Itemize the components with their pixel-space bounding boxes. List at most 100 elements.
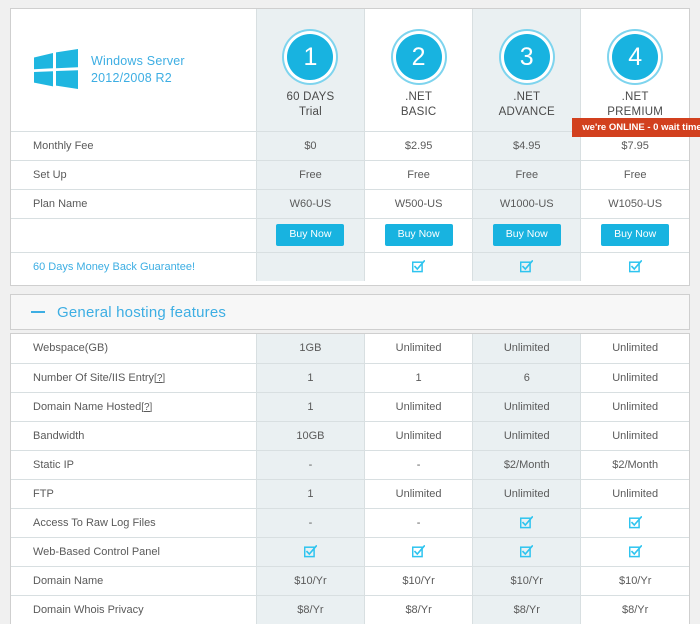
windows-logo-icon: [33, 49, 79, 91]
feature-label: Web-Based Control Panel: [33, 546, 160, 558]
feature-label: Webspace(GB): [33, 342, 108, 354]
plan-title: .NETBASIC: [365, 90, 472, 120]
buy-now-button[interactable]: Buy Now: [385, 224, 453, 246]
money-back-guarantee-link[interactable]: 60 Days Money Back Guarantee!: [33, 261, 195, 273]
row-value: W1050-US: [581, 189, 689, 218]
feature-value: Unlimited: [473, 392, 581, 421]
plan-title: 60 DAYSTrial: [257, 90, 364, 120]
feature-value: -: [256, 508, 364, 537]
table-row: Bandwidth10GBUnlimitedUnlimitedUnlimited: [11, 421, 689, 450]
feature-value: 1: [365, 363, 473, 392]
minus-icon: [31, 305, 45, 319]
buy-now-cell-3: Buy Now: [473, 218, 581, 252]
feature-value: $10/Yr: [581, 566, 689, 595]
feature-label: Number Of Site/IIS Entry: [33, 372, 154, 384]
help-icon[interactable]: [?]: [154, 373, 165, 384]
buy-now-button[interactable]: Buy Now: [276, 224, 344, 246]
feature-value: [365, 537, 473, 566]
feature-label-cell: FTP: [11, 479, 256, 508]
feature-value: $2/Month: [473, 450, 581, 479]
plan-header-2[interactable]: 2 .NETBASIC: [365, 9, 473, 131]
feature-value: 1: [256, 479, 364, 508]
feature-value: $10/Yr: [256, 566, 364, 595]
plan-number-badge: 1: [287, 34, 333, 80]
feature-value: [581, 537, 689, 566]
check-icon: [304, 545, 317, 558]
feature-value: $8/Yr: [581, 595, 689, 624]
feature-value: -: [256, 450, 364, 479]
plan-header-row: Windows Server2012/2008 R2160 DAYSTrial2…: [11, 9, 689, 131]
feature-label-cell: Domain Name: [11, 566, 256, 595]
table-row: Domain Name$10/Yr$10/Yr$10/Yr$10/Yr: [11, 566, 689, 595]
table-row: FTP1UnlimitedUnlimitedUnlimited: [11, 479, 689, 508]
feature-value: Unlimited: [365, 421, 473, 450]
feature-value: Unlimited: [581, 421, 689, 450]
feature-label: Access To Raw Log Files: [33, 517, 156, 529]
pricing-page: Windows Server2012/2008 R2160 DAYSTrial2…: [0, 0, 700, 624]
plan-number-badge: 2: [396, 34, 442, 80]
feature-value: 1GB: [256, 334, 364, 363]
guarantee-value: [473, 252, 581, 281]
row-label: Set Up: [11, 160, 256, 189]
live-chat-badge[interactable]: we're ONLINE - 0 wait time: [572, 118, 700, 137]
feature-value: Unlimited: [365, 392, 473, 421]
plan-title: .NETADVANCE: [473, 90, 580, 120]
brand-text: Windows Server2012/2008 R2: [91, 53, 185, 87]
table-row: Plan NameW60-USW500-USW1000-USW1050-US: [11, 189, 689, 218]
plan-header-4[interactable]: 4 .NETPREMIUM: [581, 9, 689, 131]
buy-row-label: [11, 218, 256, 252]
guarantee-label-cell: 60 Days Money Back Guarantee!: [11, 252, 256, 281]
feature-value: 1: [256, 363, 364, 392]
buy-now-cell-4: Buy Now: [581, 218, 689, 252]
feature-label-cell: Domain Name Hosted[?]: [11, 392, 256, 421]
buy-now-button[interactable]: Buy Now: [493, 224, 561, 246]
row-label: Monthly Fee: [11, 131, 256, 160]
feature-label: Static IP: [33, 459, 74, 471]
plan-title: .NETPREMIUM: [581, 90, 689, 120]
table-row: Domain Whois Privacy$8/Yr$8/Yr$8/Yr$8/Yr: [11, 595, 689, 624]
feature-value: $2/Month: [581, 450, 689, 479]
row-value: W60-US: [256, 189, 364, 218]
row-value: Free: [365, 160, 473, 189]
feature-value: Unlimited: [581, 392, 689, 421]
plan-number-badge: 4: [612, 34, 658, 80]
table-row: Number Of Site/IIS Entry[?]116Unlimited: [11, 363, 689, 392]
check-icon: [412, 545, 425, 558]
section-header-general-hosting-features[interactable]: General hosting features: [10, 294, 690, 330]
check-icon: [412, 260, 425, 273]
feature-label-cell: Static IP: [11, 450, 256, 479]
plan-header-3[interactable]: 3.NETADVANCE: [473, 9, 581, 131]
feature-value: 6: [473, 363, 581, 392]
table-row: Access To Raw Log Files--: [11, 508, 689, 537]
feature-value: Unlimited: [581, 334, 689, 363]
feature-label: Bandwidth: [33, 430, 84, 442]
feature-value: [581, 508, 689, 537]
feature-value: Unlimited: [473, 334, 581, 363]
feature-value: 10GB: [256, 421, 364, 450]
table-row: Static IP--$2/Month$2/Month: [11, 450, 689, 479]
feature-value: [473, 537, 581, 566]
features-table: Webspace(GB)1GBUnlimitedUnlimitedUnlimit…: [11, 334, 689, 624]
feature-label-cell: Domain Whois Privacy: [11, 595, 256, 624]
row-value: W1000-US: [473, 189, 581, 218]
feature-value: Unlimited: [365, 334, 473, 363]
table-row: Web-Based Control Panel: [11, 537, 689, 566]
feature-label: Domain Whois Privacy: [33, 604, 144, 616]
feature-value: Unlimited: [581, 363, 689, 392]
guarantee-value: [256, 252, 364, 281]
feature-value: Unlimited: [365, 479, 473, 508]
pricing-table-panel: Windows Server2012/2008 R2160 DAYSTrial2…: [10, 8, 690, 286]
table-row: Domain Name Hosted[?]1UnlimitedUnlimited…: [11, 392, 689, 421]
buy-now-button[interactable]: Buy Now: [601, 224, 669, 246]
guarantee-value: [581, 252, 689, 281]
buy-now-cell-1: Buy Now: [256, 218, 364, 252]
guarantee-row: 60 Days Money Back Guarantee!: [11, 252, 689, 281]
help-icon[interactable]: [?]: [141, 402, 152, 413]
feature-label-cell: Number Of Site/IIS Entry[?]: [11, 363, 256, 392]
features-table-panel: Webspace(GB)1GBUnlimitedUnlimitedUnlimit…: [10, 333, 690, 624]
feature-label-cell: Bandwidth: [11, 421, 256, 450]
feature-value: -: [365, 450, 473, 479]
feature-value: $8/Yr: [473, 595, 581, 624]
row-value: W500-US: [365, 189, 473, 218]
plan-header-1[interactable]: 1 60 DAYSTrial: [256, 9, 364, 131]
